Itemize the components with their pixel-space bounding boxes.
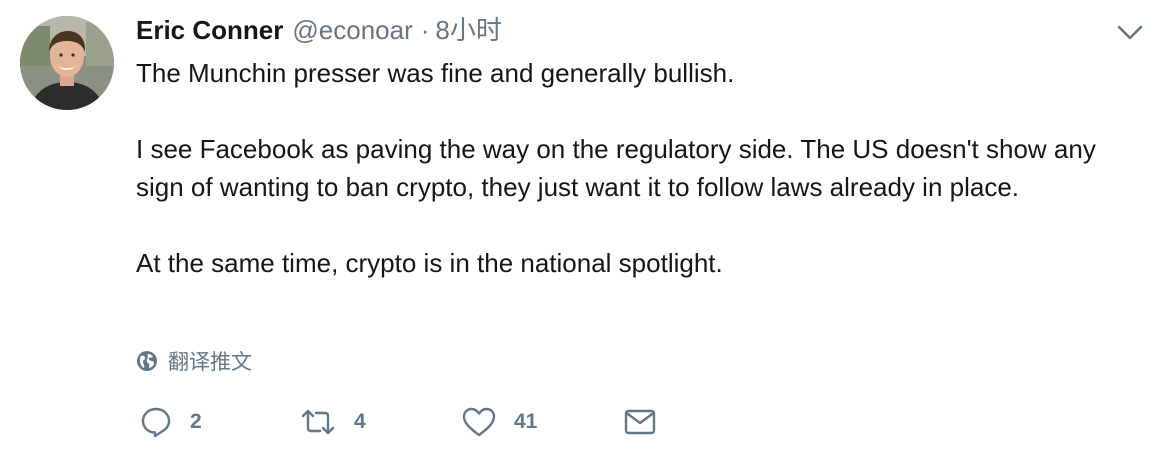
tweet-text: The Munchin presser was fine and general… [136, 54, 1136, 282]
avatar[interactable] [20, 16, 114, 110]
retweet-button[interactable]: 4 [300, 408, 462, 436]
tweet-paragraph: At the same time, crypto is in the natio… [136, 248, 723, 278]
tweet-paragraph: The Munchin presser was fine and general… [136, 58, 735, 88]
author-handle[interactable]: @econoar [292, 14, 412, 46]
reply-count: 2 [190, 410, 202, 433]
envelope-icon [624, 409, 656, 435]
like-count: 41 [514, 410, 538, 433]
tweet-paragraph: I see Facebook as paving the way on the … [136, 134, 1096, 202]
direct-message-button[interactable] [624, 408, 656, 436]
reply-icon [141, 407, 171, 438]
tweet-actions: 2 4 41 [140, 400, 656, 444]
heart-icon [462, 407, 496, 437]
retweet-icon [301, 409, 335, 435]
translate-tweet-link[interactable]: 翻译推文 [136, 346, 252, 376]
author-name[interactable]: Eric Conner [136, 14, 283, 46]
separator-dot: · [420, 15, 430, 45]
like-button[interactable]: 41 [462, 407, 624, 437]
chevron-down-icon [1117, 25, 1143, 40]
retweet-count: 4 [354, 410, 366, 433]
more-options-button[interactable] [1116, 24, 1144, 42]
tweet-header: Eric Conner @econoar · 8小时 [136, 14, 502, 46]
translate-label[interactable]: 翻译推文 [168, 346, 252, 376]
globe-icon [137, 351, 157, 371]
reply-button[interactable]: 2 [140, 406, 300, 438]
tweet-timestamp[interactable]: 8小时 [435, 14, 501, 46]
